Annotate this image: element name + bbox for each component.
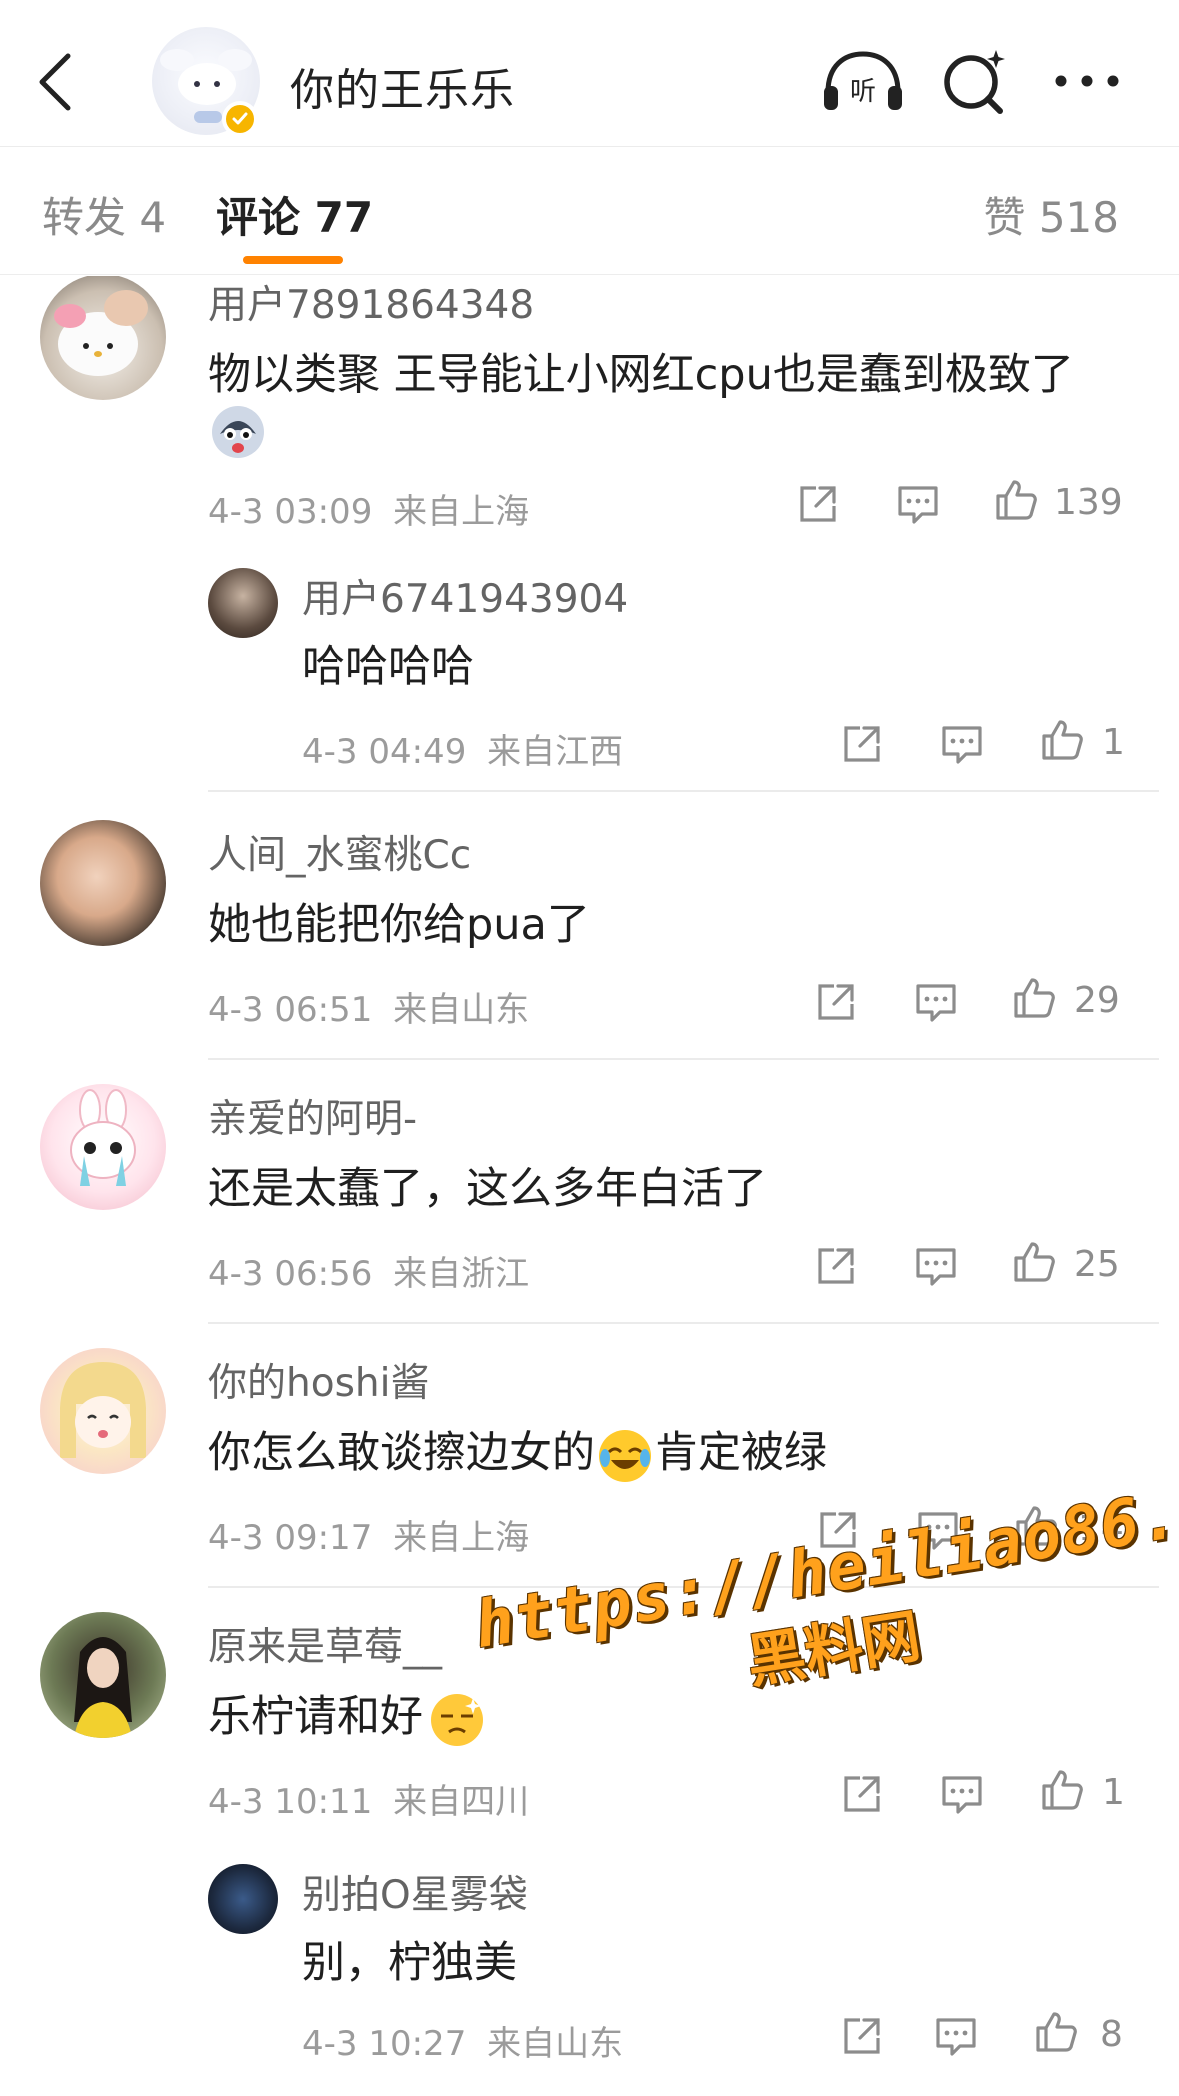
- reply-user-avatar[interactable]: [208, 568, 278, 638]
- reply-user-avatar[interactable]: [208, 1864, 278, 1934]
- comment-text: 还是太蠢了，这么多年白活了: [208, 1164, 767, 1214]
- comment-text: 她也能把你给pua了: [208, 900, 590, 950]
- share-icon[interactable]: [814, 1244, 858, 1288]
- reply-location: 来自山东: [487, 2024, 624, 2064]
- comment-username[interactable]: 亲爱的阿明-: [208, 1088, 417, 1144]
- like-count: 14: [1078, 1508, 1124, 1549]
- divider: [208, 1058, 1159, 1060]
- comment-username[interactable]: 人间_水蜜桃Cc: [208, 824, 471, 880]
- user-avatar[interactable]: [40, 820, 166, 946]
- comment-list[interactable]: 用户7891864348 物以类聚 王导能让小网红cpu也是蠢到极致了 4-3 …: [0, 276, 1179, 2096]
- like-count: 139: [1054, 482, 1123, 523]
- tab-like[interactable]: 赞 518: [983, 184, 1119, 245]
- reply-time: 4-3 10:27: [302, 2024, 467, 2064]
- divider: [208, 790, 1159, 792]
- comment-meta: 4-3 06:56 来自浙江: [208, 1246, 529, 1295]
- share-icon[interactable]: [840, 722, 884, 766]
- comment-text: 乐柠请和好: [208, 1682, 485, 1748]
- comment-time: 4-3 10:11: [208, 1782, 373, 1822]
- dizzy-emoji-icon: [423, 1692, 485, 1746]
- top-bar: 你的王乐乐 听: [0, 0, 1179, 147]
- user-avatar[interactable]: [40, 1612, 166, 1738]
- tab-comment[interactable]: 评论 77: [216, 184, 373, 245]
- share-icon[interactable]: [816, 1508, 860, 1552]
- reply-location: 来自江西: [487, 732, 624, 772]
- user-avatar[interactable]: [40, 276, 166, 400]
- reply-text: 别，柠独美: [302, 1938, 517, 1988]
- share-icon[interactable]: [840, 1772, 884, 1816]
- comment-username[interactable]: 原来是草莓__: [208, 1616, 442, 1672]
- comment-bubble-icon[interactable]: [914, 1244, 958, 1288]
- comment-time: 4-3 06:56: [208, 1254, 373, 1294]
- comment-location: 来自山东: [393, 990, 530, 1030]
- like-thumb-icon[interactable]: [1012, 1240, 1056, 1284]
- like-count: 29: [1074, 980, 1120, 1021]
- comment-username[interactable]: 你的hoshi酱: [208, 1352, 429, 1408]
- comment-text-value: 乐柠请和好: [208, 1692, 423, 1742]
- like-thumb-icon[interactable]: [1012, 976, 1056, 1020]
- like-count: 8: [1100, 2014, 1123, 2055]
- reply-meta: 4-3 04:49 来自江西: [302, 724, 623, 773]
- tab-repost[interactable]: 转发 4: [42, 184, 166, 245]
- comment-meta: 4-3 10:11 来自四川: [208, 1774, 529, 1823]
- comment-meta: 4-3 03:09 来自上海: [208, 484, 529, 533]
- comment-text: 物以类聚 王导能让小网红cpu也是蠢到极致了: [208, 350, 1074, 400]
- back-arrow-icon[interactable]: [30, 50, 80, 114]
- like-thumb-icon[interactable]: [1014, 1504, 1058, 1548]
- comment-location: 来自浙江: [393, 1254, 530, 1294]
- user-avatar[interactable]: [40, 1348, 166, 1474]
- tab-bar: 转发 4 评论 77 赞 518: [0, 148, 1179, 275]
- comment-time: 4-3 06:51: [208, 990, 373, 1030]
- like-count: 25: [1074, 1244, 1120, 1285]
- comment-bubble-icon[interactable]: [940, 1772, 984, 1816]
- laugh-cry-emoji-icon: [595, 1428, 655, 1482]
- user-avatar[interactable]: [40, 1084, 166, 1210]
- comment-bubble-icon[interactable]: [914, 980, 958, 1024]
- share-icon[interactable]: [814, 980, 858, 1024]
- like-count: 1: [1102, 1772, 1125, 1813]
- active-tab-indicator: [243, 256, 343, 264]
- reply-username[interactable]: 用户6741943904: [302, 568, 628, 624]
- comment-time: 4-3 09:17: [208, 1518, 373, 1558]
- comment-meta: 4-3 06:51 来自山东: [208, 982, 529, 1031]
- like-thumb-icon[interactable]: [994, 478, 1038, 522]
- comment-location: 来自上海: [393, 492, 530, 532]
- share-icon[interactable]: [840, 2014, 884, 2058]
- reply-text: 哈哈哈哈: [302, 642, 474, 692]
- listen-label: 听: [850, 77, 876, 107]
- comment-text-before: 你怎么敢谈擦边女的: [208, 1428, 595, 1478]
- like-thumb-icon[interactable]: [1034, 2010, 1078, 2054]
- reply-time: 4-3 04:49: [302, 732, 467, 772]
- divider: [208, 1322, 1159, 1324]
- verified-badge-icon: [222, 101, 258, 137]
- reply-meta: 4-3 10:27 来自山东: [302, 2016, 623, 2065]
- comment-location: 来自上海: [393, 1518, 530, 1558]
- comment-bubble-icon[interactable]: [934, 2014, 978, 2058]
- share-icon[interactable]: [796, 482, 840, 526]
- husky-emoji-icon: [210, 404, 266, 464]
- like-count: 1: [1102, 722, 1125, 763]
- divider: [208, 1586, 1159, 1588]
- comment-meta: 4-3 09:17 来自上海: [208, 1510, 529, 1559]
- comment-bubble-icon[interactable]: [940, 722, 984, 766]
- reply-username[interactable]: 别拍O星雾袋: [302, 1864, 528, 1920]
- comment-username[interactable]: 用户7891864348: [208, 276, 534, 330]
- more-options-icon[interactable]: [1052, 66, 1122, 96]
- comment-bubble-icon[interactable]: [916, 1508, 960, 1552]
- comment-text: 你怎么敢谈擦边女的 肯定被绿: [208, 1418, 827, 1484]
- search-icon[interactable]: [940, 46, 1010, 116]
- listen-headphones-icon[interactable]: 听: [820, 48, 906, 114]
- comment-time: 4-3 03:09: [208, 492, 373, 532]
- page-title[interactable]: 你的王乐乐: [290, 54, 515, 118]
- like-thumb-icon[interactable]: [1040, 718, 1084, 762]
- comment-location: 来自四川: [393, 1782, 530, 1822]
- comment-bubble-icon[interactable]: [896, 482, 940, 526]
- like-thumb-icon[interactable]: [1040, 1768, 1084, 1812]
- comment-text-after: 肯定被绿: [655, 1428, 827, 1478]
